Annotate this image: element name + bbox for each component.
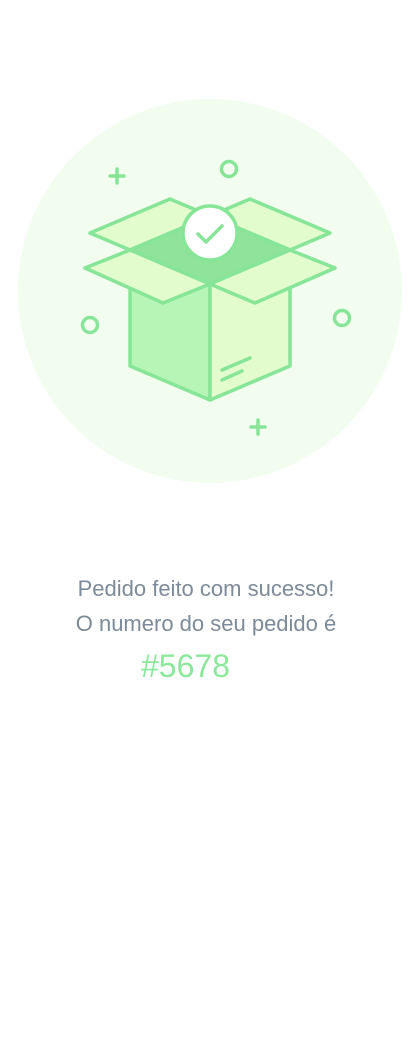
open-box-with-check-icon	[18, 99, 402, 483]
order-number-label: O numero do seu pedido é	[75, 611, 337, 636]
success-illustration	[0, 0, 420, 520]
order-number: #5678	[141, 648, 230, 684]
success-message: Pedido feito com sucesso!	[77, 576, 335, 601]
check-badge-icon	[181, 204, 239, 262]
